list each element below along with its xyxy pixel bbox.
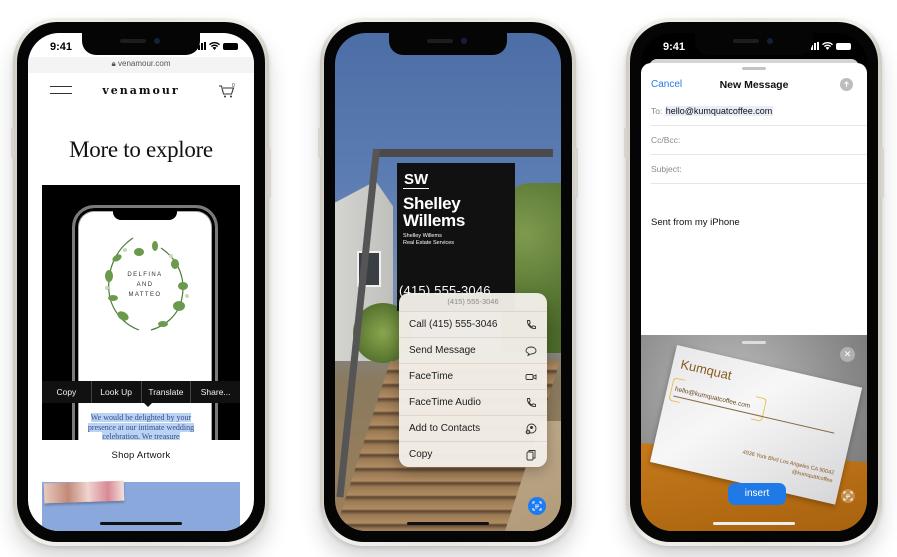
status-time: 9:41	[50, 41, 73, 53]
subject-label: Subject:	[651, 164, 682, 174]
real-estate-sign: SW Shelley Willems Shelley Willems Real …	[397, 163, 515, 311]
home-indicator[interactable]	[407, 522, 489, 525]
volume-button	[318, 128, 321, 158]
insert-button[interactable]: insert	[728, 483, 786, 505]
text-selection-menu: Copy Look Up Translate Share...	[42, 381, 240, 403]
translate-button[interactable]: Translate	[142, 381, 192, 403]
live-text-icon	[532, 501, 542, 511]
artwork-image[interactable]: DELFINA AND MATTEO 09.21.2021 Copy Look …	[42, 185, 240, 440]
scanner-grabber[interactable]	[742, 341, 766, 344]
message-bubble-icon	[525, 346, 537, 356]
subject-field[interactable]: Subject:	[651, 155, 867, 184]
cart-count: 0	[232, 83, 235, 89]
sign-beam	[373, 149, 553, 157]
volume-button	[11, 128, 14, 158]
bezel: SW Shelley Willems Shelley Willems Real …	[324, 22, 572, 542]
to-field[interactable]: To: hello@kumquatcoffee.com	[651, 97, 867, 126]
to-label: To:	[651, 106, 663, 116]
notch	[82, 33, 200, 55]
iphone-camera: SW Shelley Willems Shelley Willems Real …	[318, 18, 578, 546]
lock-icon: 🔒︎	[111, 59, 116, 68]
screen: 9:41 Cancel New Message To: hello@kumqua…	[641, 33, 867, 531]
cc-bcc-field[interactable]: Cc/Bcc:	[651, 126, 867, 155]
card-email: hello@kumquatcoffee.com	[673, 385, 837, 434]
add-contact-icon	[525, 423, 537, 434]
url-text: venamour.com	[118, 59, 171, 68]
couple-names: DELFINA AND MATTEO	[127, 272, 163, 298]
home-indicator[interactable]	[100, 522, 182, 525]
menu-header: (415) 555-3046	[447, 297, 499, 306]
compose-sheet: Cancel New Message To: hello@kumquatcoff…	[641, 63, 867, 335]
text-scan-icon[interactable]	[841, 489, 855, 503]
card-brand: Kumquat	[679, 356, 734, 383]
menu-pointer	[143, 402, 153, 407]
cc-bcc-label: Cc/Bcc:	[651, 135, 681, 145]
share-button[interactable]: Share...	[191, 381, 240, 403]
menu-item-send-message[interactable]: Send Message	[399, 337, 547, 363]
home-indicator[interactable]	[713, 522, 795, 525]
section-heading: More to explore	[69, 137, 213, 162]
iphone-safari: 9:41 🔒︎ venamour.com venamour 0 More to …	[11, 18, 271, 546]
menu-item-facetime[interactable]: FaceTime	[399, 363, 547, 389]
menu-item-facetime-audio[interactable]: FaceTime Audio	[399, 389, 547, 415]
cart-icon[interactable]: 0	[218, 83, 236, 99]
live-text-action-menu: (415) 555-3046 Call (415) 555-3046 Send …	[399, 293, 547, 467]
volume-button	[624, 128, 627, 158]
video-camera-icon	[525, 373, 537, 380]
phone-icon	[527, 319, 536, 329]
arrow-up-icon	[844, 81, 849, 87]
sign-subtitle: Shelley Willems Real Estate Services	[403, 233, 455, 246]
to-value[interactable]: hello@kumquatcoffee.com	[664, 106, 774, 116]
iphone-mail: 9:41 Cancel New Message To: hello@kumqua…	[624, 18, 884, 546]
address-bar[interactable]: 🔒︎ venamour.com	[28, 57, 254, 73]
shop-artwork-link[interactable]: Shop Artwork	[28, 450, 254, 461]
send-button[interactable]	[840, 78, 853, 91]
text-scanner-viewfinder: Kumquat hello@kumquatcoffee.com 4936 Yor…	[641, 335, 867, 531]
sheet-grabber[interactable]	[742, 67, 766, 70]
notch	[389, 33, 507, 55]
selected-text[interactable]: We would be delighted by your presence a…	[86, 413, 196, 440]
power-button	[575, 148, 578, 198]
wifi-icon	[209, 42, 220, 50]
floral-print	[43, 480, 125, 504]
menu-item-add-to-contacts[interactable]: Add to Contacts	[399, 415, 547, 441]
battery-icon	[223, 43, 238, 50]
compose-title: New Message	[719, 79, 789, 91]
bezel: 9:41 🔒︎ venamour.com venamour 0 More to …	[17, 22, 265, 542]
message-body[interactable]: Sent from my iPhone	[651, 217, 740, 228]
status-time: 9:41	[663, 41, 686, 53]
phone-icon	[527, 397, 536, 407]
bezel: 9:41 Cancel New Message To: hello@kumqua…	[630, 22, 878, 542]
screen: 9:41 🔒︎ venamour.com venamour 0 More to …	[28, 33, 254, 531]
notch	[695, 33, 813, 55]
card-address: 4936 York Blvd Los Angeles CA 90042 @kum…	[741, 449, 835, 485]
copy-button[interactable]: Copy	[42, 381, 92, 403]
wifi-icon	[822, 42, 833, 50]
menu-item-copy[interactable]: Copy	[399, 441, 547, 467]
power-button	[268, 148, 271, 198]
battery-icon	[836, 43, 851, 50]
live-text-button[interactable]	[528, 497, 546, 515]
copy-icon	[526, 449, 536, 460]
look-up-button[interactable]: Look Up	[92, 381, 142, 403]
close-scanner-button[interactable]: ✕	[840, 347, 855, 362]
site-header: venamour 0	[28, 73, 254, 109]
menu-item-call[interactable]: Call (415) 555-3046	[399, 311, 547, 337]
sign-name: Shelley Willems	[403, 194, 465, 230]
camera-view: SW Shelley Willems Shelley Willems Real …	[335, 33, 561, 531]
power-button	[881, 148, 884, 198]
sign-monogram: SW	[403, 171, 430, 189]
